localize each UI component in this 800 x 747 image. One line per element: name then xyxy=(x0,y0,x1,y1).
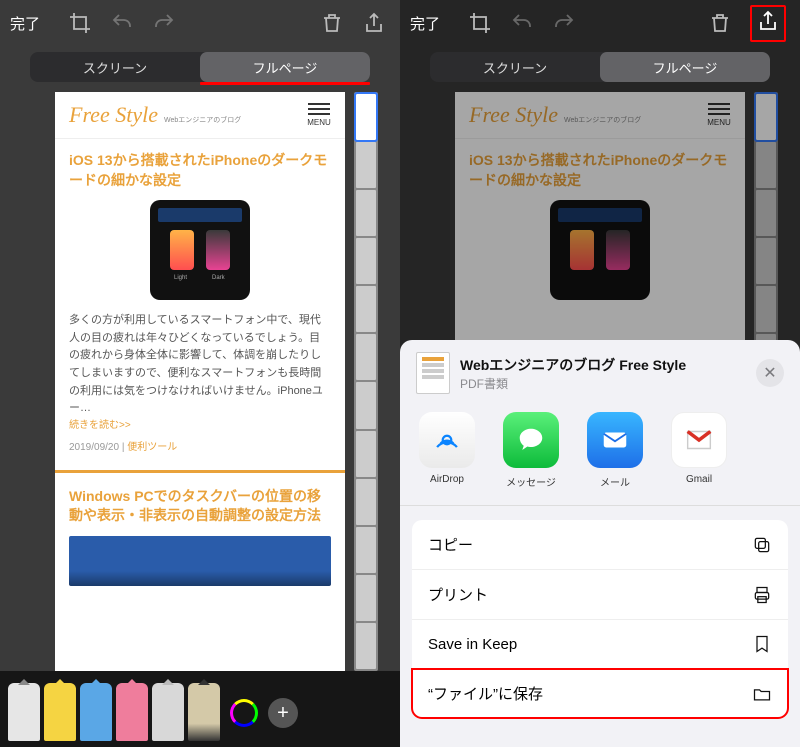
share-icon[interactable] xyxy=(362,11,386,35)
menu-icon[interactable]: MENU xyxy=(307,103,331,127)
windows-mockup xyxy=(69,536,331,586)
crop-icon[interactable] xyxy=(68,11,92,35)
left-screenshot-editor: 完了 スクリーン フルページ Free Style Webエンジニアのブログ ME… xyxy=(0,0,400,747)
lasso-tool[interactable] xyxy=(152,683,184,741)
undo-icon[interactable] xyxy=(110,11,134,35)
article-1-title: iOS 13から搭載されたiPhoneのダークモードの細かな設定 xyxy=(69,151,331,190)
divider xyxy=(55,470,345,473)
copy-icon xyxy=(752,535,772,555)
pencil-tool[interactable] xyxy=(80,683,112,741)
done-button[interactable]: 完了 xyxy=(410,13,440,34)
tab-segment: スクリーン フルページ xyxy=(30,52,370,82)
color-picker-icon[interactable] xyxy=(230,699,258,727)
highlight-underline xyxy=(200,82,370,85)
redo-icon[interactable] xyxy=(552,11,576,35)
phone-mockup: LightDark xyxy=(150,200,250,300)
right-screenshot-share: 完了 スクリーン フルページ Free StyleWebエンジニアのブログ ME… xyxy=(400,0,800,747)
ruler-tool[interactable] xyxy=(188,683,220,741)
top-toolbar: 完了 xyxy=(0,0,400,46)
gmail-app[interactable]: Gmail xyxy=(666,412,732,489)
share-apps-row: AirDrop メッセージ メール Gmail xyxy=(400,408,800,506)
airdrop-app[interactable]: AirDrop xyxy=(414,412,480,489)
undo-icon[interactable] xyxy=(510,11,534,35)
trash-icon[interactable] xyxy=(708,11,732,35)
gmail-icon xyxy=(671,412,727,468)
add-button[interactable]: + xyxy=(268,698,298,728)
pen-tool[interactable] xyxy=(8,683,40,741)
airdrop-icon xyxy=(419,412,475,468)
blog-tagline: Webエンジニアのブログ xyxy=(164,117,241,124)
article-excerpt: 多くの方が利用しているスマートフォン中で、現代人の目の疲れは年々ひどくなっている… xyxy=(69,312,331,418)
tab-screen[interactable]: スクリーン xyxy=(30,52,200,82)
save-to-files-action[interactable]: “ファイル”に保存 xyxy=(412,669,788,718)
close-icon[interactable]: ✕ xyxy=(756,359,784,387)
page-thumbnails[interactable] xyxy=(354,92,378,671)
share-highlight-box xyxy=(750,5,786,42)
share-header: Webエンジニアのブログ Free Style PDF書類 ✕ xyxy=(400,352,800,408)
tab-screen[interactable]: スクリーン xyxy=(430,52,600,82)
save-in-keep-action[interactable]: Save in Keep xyxy=(412,620,788,669)
folder-icon xyxy=(752,684,772,704)
share-subtitle: PDF書類 xyxy=(460,375,686,392)
highlighter-tool[interactable] xyxy=(44,683,76,741)
print-action[interactable]: プリント xyxy=(412,570,788,620)
share-sheet: Webエンジニアのブログ Free Style PDF書類 ✕ AirDrop … xyxy=(400,340,800,747)
printer-icon xyxy=(752,585,772,605)
blog-logo: Free Style xyxy=(69,102,158,127)
crop-icon[interactable] xyxy=(468,11,492,35)
page-preview[interactable]: Free Style Webエンジニアのブログ MENU iOS 13から搭載され… xyxy=(55,92,345,671)
tab-fullpage[interactable]: フルページ xyxy=(200,52,370,82)
article-2-title: Windows PCでのタスクバーの位置の移動や表示・非表示の自動調整の設定方法 xyxy=(69,487,331,526)
tab-segment: スクリーン フルページ xyxy=(430,52,770,82)
messages-app[interactable]: メッセージ xyxy=(498,412,564,489)
mail-app[interactable]: メール xyxy=(582,412,648,489)
blog-header: Free Style Webエンジニアのブログ MENU xyxy=(55,92,345,139)
read-more-link[interactable]: 続きを読む>> xyxy=(69,418,331,434)
tab-fullpage[interactable]: フルページ xyxy=(600,52,770,82)
done-button[interactable]: 完了 xyxy=(10,13,40,34)
share-icon[interactable] xyxy=(756,9,780,33)
share-title: Webエンジニアのブログ Free Style xyxy=(460,355,686,375)
document-thumbnail-icon xyxy=(416,352,450,394)
bookmark-icon xyxy=(752,634,772,654)
share-actions-list: コピー プリント Save in Keep “ファイル”に保存 xyxy=(412,520,788,718)
eraser-tool[interactable] xyxy=(116,683,148,741)
top-toolbar: 完了 xyxy=(400,0,800,46)
markup-toolbar: + xyxy=(0,671,400,747)
blog-body: iOS 13から搭載されたiPhoneのダークモードの細かな設定 LightDa… xyxy=(55,139,345,671)
copy-action[interactable]: コピー xyxy=(412,520,788,570)
mail-icon xyxy=(587,412,643,468)
trash-icon[interactable] xyxy=(320,11,344,35)
messages-icon xyxy=(503,412,559,468)
redo-icon[interactable] xyxy=(152,11,176,35)
article-date: 2019/09/20 | 便利ツール xyxy=(69,440,331,456)
